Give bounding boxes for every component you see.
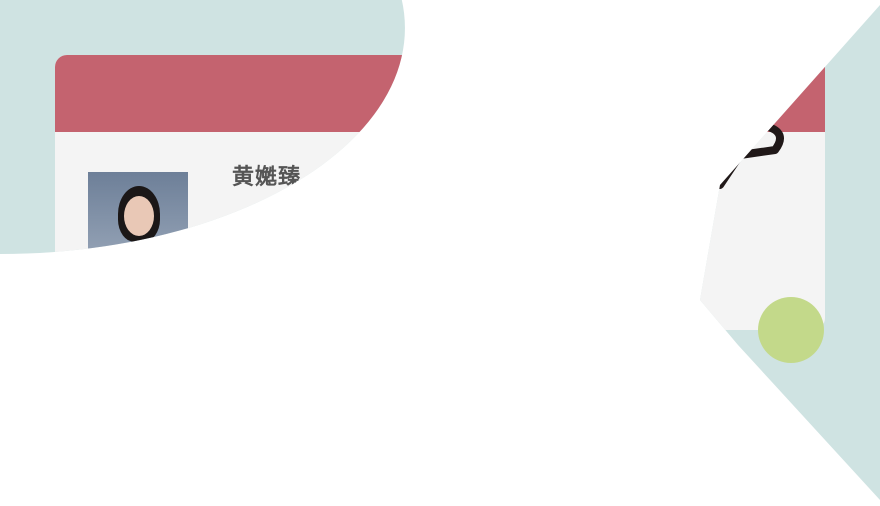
profile-photo [88,172,188,305]
dashed-divider [588,55,593,330]
self-pr-text: 学院の黄嬔臻です。私の長所は行 己中語の会話力を [170,440,470,492]
self-pr-heading: 自己PR [44,384,107,406]
profile-name: 黄嬔臻 [232,165,302,190]
green-circle-decoration [758,297,824,363]
logo-icon [665,105,805,195]
heading-underline [105,415,212,419]
column-divider [504,377,508,477]
envelope-icon [265,243,307,271]
fish-shaped-frame: 黄嬔臻 コウビシン gdr3.c.b.kou@gmail.com 自己PR 学院… [0,0,880,506]
pr-text-line: 学院の黄嬔臻です。私の長所は行 [170,445,402,461]
profile-card: 黄嬔臻 コウビシン gdr3.c.b.kou@gmail.com [55,55,825,330]
profile-email[interactable]: gdr3.c.b.kou@gmail.com [333,249,534,265]
right-section-heading: コーディネ [565,428,664,452]
card-header-band [55,55,825,132]
pr-text-line: 己中語の会話力を [300,471,424,487]
profile-kana: コウビシン [331,168,416,186]
